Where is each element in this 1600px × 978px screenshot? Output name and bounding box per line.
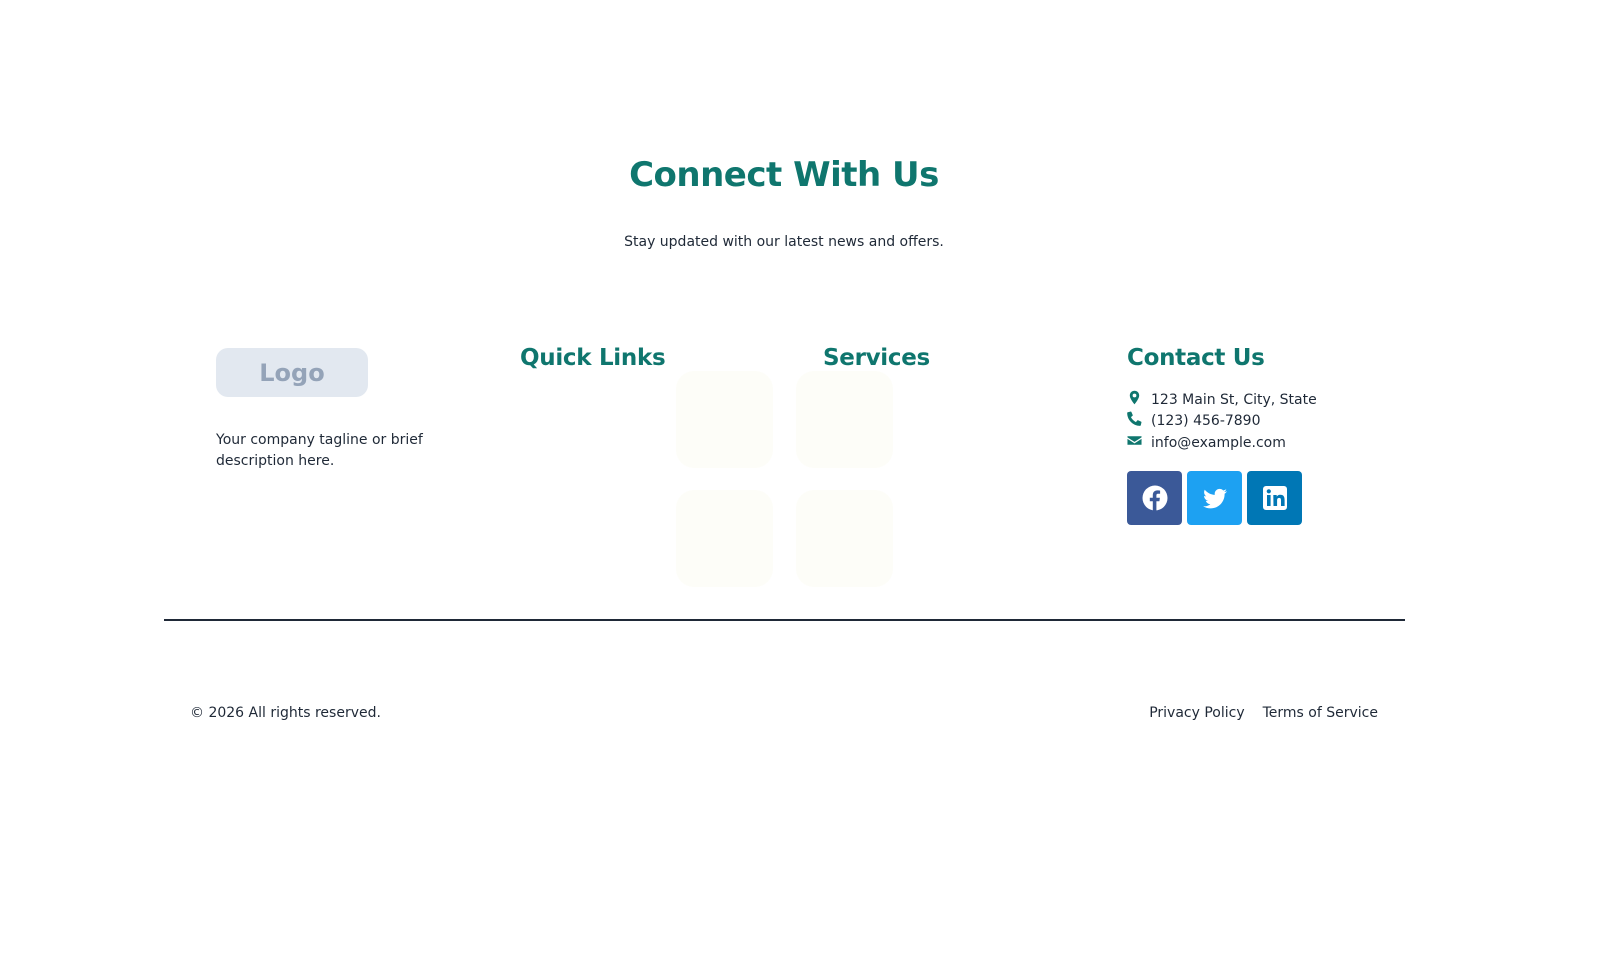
phone-icon [1127, 411, 1142, 430]
copyright-text: © 2026 All rights reserved. [190, 705, 381, 721]
section-title: Connect With Us [629, 155, 939, 195]
address-text: 123 Main St, City, State [1151, 391, 1317, 408]
logo[interactable]: Logo [216, 348, 368, 397]
privacy-policy-link[interactable]: Privacy Policy [1149, 705, 1244, 721]
legal-links: Privacy Policy Terms of Service [1149, 705, 1378, 721]
contact-phone[interactable]: (123) 456-7890 [1127, 411, 1261, 430]
facebook-button[interactable] [1127, 471, 1182, 525]
linkedin-button[interactable] [1247, 471, 1302, 525]
company-tagline: Your company tagline or brief descriptio… [216, 432, 423, 469]
facebook-icon [1142, 485, 1167, 511]
envelope-icon [1127, 433, 1142, 452]
contact-email[interactable]: info@example.com [1127, 433, 1286, 452]
footer-divider [164, 619, 1405, 621]
phone-text: (123) 456-7890 [1151, 412, 1261, 429]
ghost-tile [796, 490, 893, 587]
linkedin-icon [1262, 486, 1287, 510]
ghost-tile [796, 371, 893, 468]
terms-of-service-link[interactable]: Terms of Service [1263, 705, 1378, 721]
quick-links-heading: Quick Links [520, 345, 666, 371]
contact-address: 123 Main St, City, State [1127, 390, 1317, 409]
contact-heading: Contact Us [1127, 345, 1265, 371]
twitter-icon [1202, 488, 1227, 509]
section-subtitle: Stay updated with our latest news and of… [624, 234, 944, 250]
map-marker-icon [1127, 390, 1142, 409]
twitter-button[interactable] [1187, 471, 1242, 525]
services-heading: Services [823, 345, 930, 371]
email-text: info@example.com [1151, 434, 1286, 451]
ghost-tile [676, 490, 773, 587]
ghost-tile [676, 371, 773, 468]
